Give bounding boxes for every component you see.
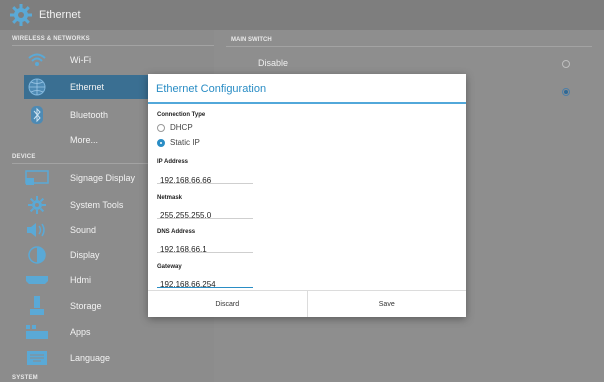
disable-option-label[interactable]: Disable	[258, 58, 288, 68]
sidebar-item-label: Bluetooth	[70, 110, 109, 120]
divider	[12, 45, 214, 46]
sidebar-item-language[interactable]: Language	[24, 346, 214, 370]
gateway-field[interactable]	[157, 274, 253, 291]
sidebar-item-label: System Tools	[70, 200, 124, 210]
sidebar-item-wifi[interactable]: Wi-Fi	[24, 48, 214, 72]
ip-address-input[interactable]	[157, 174, 253, 187]
speaker-icon	[24, 220, 50, 240]
dhcp-option[interactable]: DHCP	[157, 123, 193, 132]
gear-icon	[24, 195, 50, 215]
dns-address-input[interactable]	[157, 243, 253, 256]
sidebar-item-label: Sound	[70, 225, 97, 235]
section-header-system: SYSTEM	[12, 375, 38, 381]
gear-icon	[10, 4, 32, 26]
dialog-title-divider	[148, 102, 466, 104]
keyboard-icon	[24, 348, 50, 368]
dhcp-label: DHCP	[170, 123, 193, 132]
apps-icon	[24, 322, 50, 342]
ip-address-label: IP Address	[157, 159, 189, 165]
hdmi-icon	[24, 270, 50, 290]
storage-icon	[24, 296, 50, 316]
section-header-device: DEVICE	[12, 154, 36, 160]
ethernet-config-dialog: Ethernet Configuration Connection Type D…	[148, 74, 466, 317]
dhcp-radio[interactable]	[157, 123, 165, 132]
section-header-wireless: WIRELESS & NETWORKS	[12, 36, 90, 42]
dialog-title: Ethernet Configuration	[156, 83, 267, 95]
dns-address-field[interactable]	[157, 239, 253, 256]
disable-radio[interactable]	[562, 60, 570, 68]
gateway-label: Gateway	[157, 264, 182, 270]
netmask-label: Netmask	[157, 195, 183, 201]
discard-button[interactable]: Discard	[148, 291, 307, 317]
sidebar-item-label: Display	[70, 250, 100, 260]
page-title: Ethernet	[39, 9, 81, 21]
sidebar-item-label: Language	[70, 353, 111, 363]
netmask-field[interactable]	[157, 205, 253, 222]
display-icon	[24, 168, 50, 188]
enable-radio[interactable]	[562, 88, 570, 96]
sidebar-item-label: Ethernet	[70, 82, 105, 92]
static-ip-option[interactable]: Static IP	[157, 138, 200, 147]
netmask-input[interactable]	[157, 209, 253, 222]
sidebar-item-label: Hdmi	[70, 275, 92, 285]
bluetooth-icon	[24, 105, 50, 125]
title-bar: Ethernet	[0, 0, 604, 30]
static-ip-label: Static IP	[170, 138, 200, 147]
sidebar-item-label: Apps	[70, 327, 91, 337]
static-ip-radio[interactable]	[157, 138, 165, 147]
sidebar-item-label: Wi-Fi	[70, 55, 91, 65]
sidebar-item-apps[interactable]: Apps	[24, 320, 214, 344]
brightness-icon	[24, 245, 50, 265]
dialog-button-row: Discard Save	[148, 290, 466, 317]
divider	[226, 46, 592, 47]
sidebar-item-label: Signage Display	[70, 173, 136, 183]
ip-address-field[interactable]	[157, 170, 253, 187]
connection-type-label: Connection Type	[157, 112, 206, 118]
save-button[interactable]: Save	[306, 291, 467, 317]
dns-address-label: DNS Address	[157, 229, 196, 235]
globe-icon	[24, 77, 50, 97]
wifi-icon	[24, 50, 50, 70]
sidebar-item-label: More...	[70, 135, 99, 145]
sidebar-item-label: Storage	[70, 301, 102, 311]
main-switch-header: MAIN SWITCH	[231, 37, 272, 43]
